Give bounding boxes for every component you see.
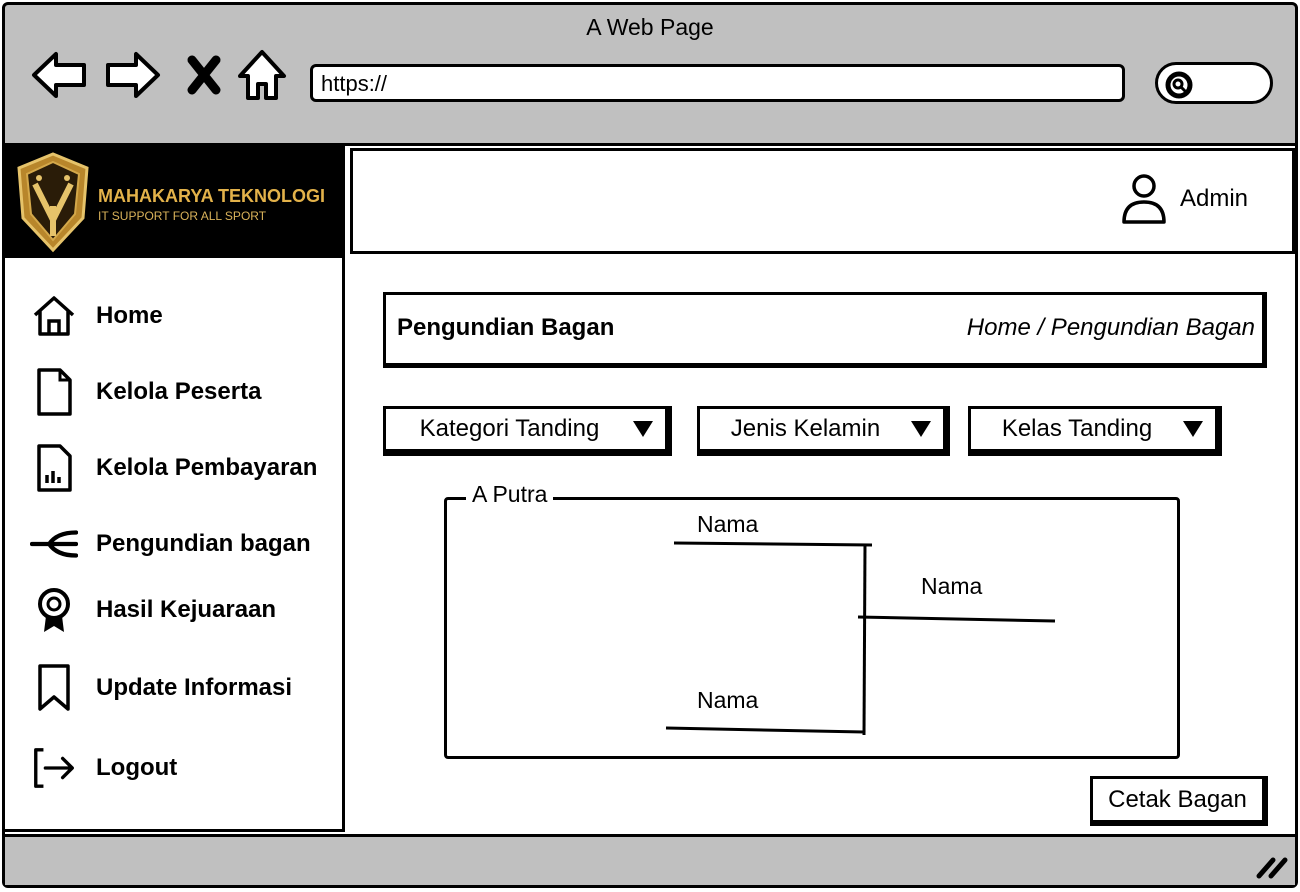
bracket-winner-name: Nama (921, 573, 983, 599)
sidebar-item-label: Kelola Peserta (96, 378, 262, 405)
sidebar-item-kelola-pembayaran[interactable]: Kelola Pembayaran (30, 444, 345, 492)
sidebar-item-label: Home (96, 302, 163, 329)
search-icon (1165, 71, 1193, 99)
bracket-group-label: A Putra (466, 481, 554, 508)
bookmark-icon (30, 664, 78, 712)
window-title: A Web Page (586, 14, 714, 40)
browser-search-field[interactable] (1155, 62, 1273, 104)
back-icon[interactable] (30, 46, 88, 104)
merge-arrow-icon (30, 520, 78, 568)
sidebar-item-update-informasi[interactable]: Update Informasi (30, 664, 345, 712)
url-input[interactable]: https:// (310, 64, 1125, 102)
resize-handle-icon[interactable] (1255, 852, 1289, 880)
breadcrumb[interactable]: Home / Pengundian Bagan (900, 314, 1255, 342)
file-icon (30, 368, 78, 416)
forward-icon[interactable] (104, 46, 162, 104)
sidebar-item-label: Kelola Pembayaran (96, 454, 318, 481)
home-nav-icon[interactable] (234, 46, 292, 104)
bracket-top-name: Nama (697, 511, 759, 537)
user-icon (1122, 174, 1166, 224)
select-value: Kelas Tanding (1001, 415, 1153, 442)
select-value: Jenis Kelamin (730, 415, 881, 442)
brand-tagline: IT SUPPORT FOR ALL SPORT (98, 209, 267, 223)
sidebar-item-label: Hasil Kejuaraan (96, 596, 277, 623)
kategori-tanding-select[interactable]: Kategori Tanding (383, 406, 672, 456)
dropdown-arrow-icon (911, 421, 931, 437)
kelas-tanding-select[interactable]: Kelas Tanding (968, 406, 1222, 456)
user-menu[interactable]: Admin (1120, 172, 1248, 226)
sidebar-item-hasil-kejuaraan[interactable]: Hasil Kejuaraan (30, 586, 345, 634)
sidebar-item-label: Update Informasi (96, 674, 293, 701)
cetak-bagan-button[interactable]: Cetak Bagan (1090, 776, 1268, 826)
home-icon (30, 292, 78, 340)
sidebar-item-label: Logout (96, 754, 178, 781)
page-title: Pengundian Bagan (397, 314, 615, 341)
jenis-kelamin-select[interactable]: Jenis Kelamin (697, 406, 950, 456)
divider (5, 834, 1295, 837)
award-icon (30, 586, 78, 634)
close-icon[interactable] (180, 46, 238, 104)
sidebar-item-kelola-peserta[interactable]: Kelola Peserta (30, 368, 345, 416)
brand-header: MAHAKARYA TEKNOLOGI IT SUPPORT FOR ALL S… (5, 146, 345, 258)
brand-name: MAHAKARYA TEKNOLOGI (98, 186, 326, 206)
select-value: Kategori Tanding (419, 415, 600, 442)
user-name: Admin (1180, 185, 1249, 212)
dropdown-arrow-icon (1183, 421, 1203, 437)
status-bar (5, 835, 1295, 885)
sidebar-item-label: Pengundian bagan (96, 530, 311, 557)
sidebar-item-logout[interactable]: Logout (30, 744, 345, 792)
dropdown-arrow-icon (633, 421, 653, 437)
logout-icon (30, 744, 78, 792)
report-file-icon (30, 444, 78, 492)
brand-logo (17, 152, 89, 253)
sidebar-item-pengundian-bagan[interactable]: Pengundian bagan (30, 520, 345, 568)
sidebar-item-home[interactable]: Home (30, 292, 345, 340)
bracket-bottom-name: Nama (697, 687, 759, 713)
